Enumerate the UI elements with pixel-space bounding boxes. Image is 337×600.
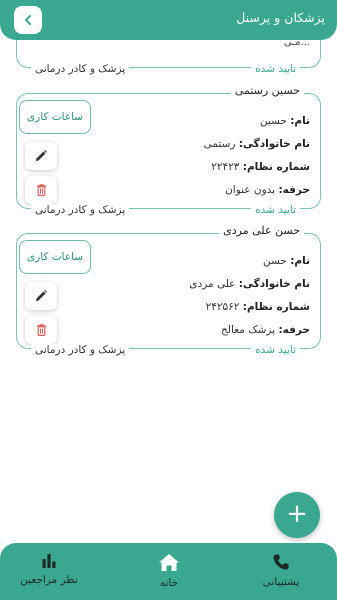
nav-item-home[interactable]: خانه	[124, 553, 214, 589]
info-label: حرفه:	[278, 324, 310, 336]
info-label: نام:	[290, 255, 310, 267]
working-hours-button[interactable]: ساعات کاری	[19, 100, 91, 134]
phone-icon	[273, 554, 289, 570]
info-row-profession: حرفه: بدون عنوان	[204, 179, 310, 202]
pencil-icon	[36, 150, 47, 161]
info-label: نام خانوادگی:	[238, 278, 310, 290]
staff-card[interactable]: حسن علی مردی ساعات کاری نام: حسن نام خان…	[16, 224, 321, 356]
info-value: حسین	[259, 115, 287, 127]
info-value: پزشک معالج	[220, 324, 276, 336]
nav-label: نظر مراجعین	[20, 574, 78, 586]
info-label: نام:	[290, 115, 310, 127]
status-badge: تایید شده	[251, 204, 300, 216]
status-badge: تایید شده	[251, 344, 300, 356]
info-label: شماره نظام:	[242, 301, 310, 313]
page-title: پزشکان و پرسنل	[236, 10, 325, 25]
chevron-left-icon	[25, 15, 31, 25]
card-title: حسن علی مردی	[219, 224, 304, 237]
card-title: حسین رستمی	[230, 84, 304, 97]
info-value: ۲۴۲۵۶۲	[205, 301, 240, 313]
bottom-nav: پشتیبانی خانه نظر مراجعین	[0, 543, 337, 600]
trash-icon	[36, 184, 46, 197]
home-icon	[159, 554, 179, 571]
delete-button[interactable]	[25, 316, 57, 344]
info-row-first-name: نام: حسن	[189, 250, 310, 273]
nav-label: پشتیبانی	[262, 576, 300, 588]
info-value: حسن	[263, 255, 287, 267]
card-role: پزشک و کادر درمانی	[31, 63, 130, 75]
staff-info: نام: حسین نام خانوادگی: رستمی شماره نظام…	[204, 110, 310, 202]
add-staff-button[interactable]: +	[274, 492, 320, 538]
nav-item-support[interactable]: پشتیبانی	[236, 553, 326, 588]
info-value: رستمی	[203, 138, 236, 150]
nav-item-reviews[interactable]: نظر مراجعین	[4, 553, 94, 586]
info-row-system-number: شماره نظام: ۲۴۲۵۶۲	[189, 296, 310, 319]
pencil-icon	[36, 290, 47, 301]
card-role: پزشک و کادر درمانی	[31, 204, 130, 216]
trash-icon	[36, 324, 46, 337]
edit-button[interactable]	[25, 282, 57, 310]
info-value: بدون عنوان	[225, 184, 276, 196]
info-row-last-name: نام خانوادگی: رستمی	[204, 133, 310, 156]
staff-info: نام: حسن نام خانوادگی: علی مردی شماره نظ…	[189, 250, 310, 342]
info-label: شماره نظام:	[242, 161, 310, 173]
info-value: ۲۲۴۲۳	[211, 161, 240, 173]
info-row-first-name: نام: حسین	[204, 110, 310, 133]
bar-chart-icon	[42, 554, 56, 568]
info-row-system-number: شماره نظام: ۲۲۴۲۳	[204, 156, 310, 179]
working-hours-button[interactable]: ساعات کاری	[19, 240, 91, 274]
app-header: پزشکان و پرسنل	[0, 0, 337, 40]
status-badge: تایید شده	[251, 63, 300, 75]
info-label: نام خانوادگی:	[238, 138, 310, 150]
nav-label: خانه	[159, 577, 179, 589]
edit-button[interactable]	[25, 142, 57, 170]
info-label: حرفه:	[278, 184, 310, 196]
staff-card[interactable]: حسین رستمی ساعات کاری نام: حسین نام خانو…	[16, 84, 321, 216]
back-button[interactable]	[14, 6, 42, 34]
info-value: علی مردی	[189, 278, 236, 290]
info-row-last-name: نام خانوادگی: علی مردی	[189, 273, 310, 296]
info-row-profession: حرفه: پزشک معالج	[189, 319, 310, 342]
card-role: پزشک و کادر درمانی	[31, 344, 130, 356]
delete-button[interactable]	[25, 176, 57, 204]
